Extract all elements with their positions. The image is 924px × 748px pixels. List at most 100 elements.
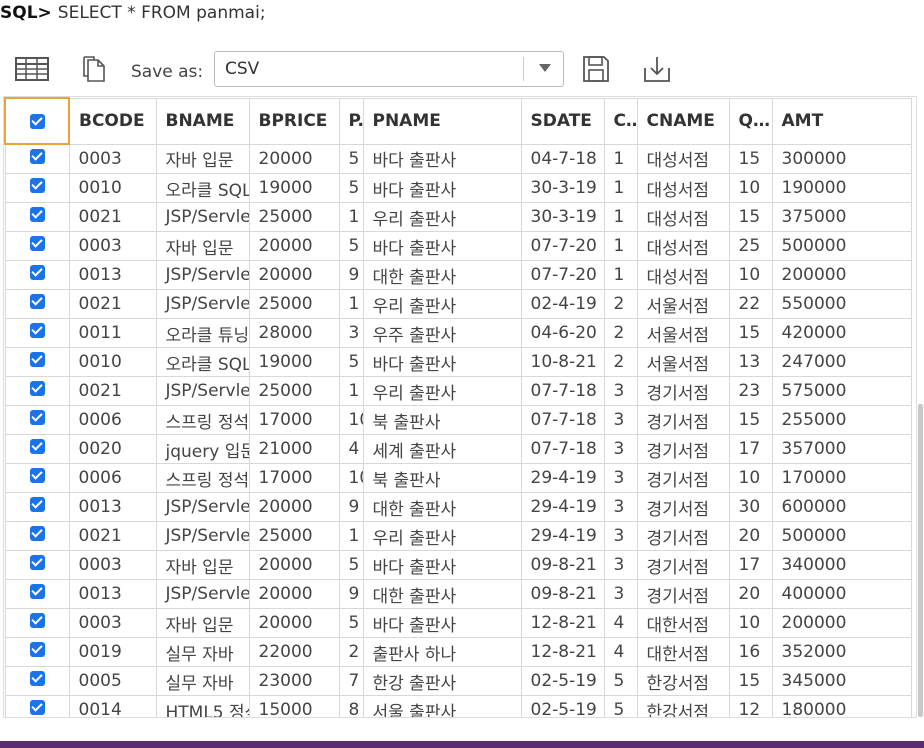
cell-bprice: 25000 [248, 289, 340, 319]
table-row[interactable]: 0006스프링 정석1700010북 출판사07-7-183경기서점152550… [4, 405, 912, 435]
row-select-cell[interactable] [4, 405, 70, 435]
row-checkbox[interactable] [29, 264, 45, 280]
table-row[interactable]: 0020 jquery 입문 21000 4 세계 출판사 07-7-18 3 경기서점 17 3… [4, 434, 912, 464]
cell-p: 3 [338, 318, 364, 348]
results-grid[interactable]: BCODEBNAMEBPRICEP.PNAMESDATEC...CNAMEQ..… [3, 96, 917, 718]
cell-cname: 경기서점 [636, 492, 730, 522]
row-checkbox[interactable] [29, 467, 45, 483]
cell-amt: 200000 [771, 260, 912, 290]
cell-sdate: 04-6-20 [520, 318, 605, 348]
row-select-cell[interactable] [4, 376, 70, 406]
row-select-cell[interactable] [4, 260, 70, 290]
row-select-cell[interactable] [4, 637, 70, 667]
cell-cname: 한강서점 [636, 695, 730, 717]
row-checkbox[interactable] [29, 612, 45, 628]
row-select-cell[interactable] [4, 492, 70, 522]
row-checkbox[interactable] [29, 699, 45, 715]
export-format-select[interactable]: CSV [214, 51, 564, 87]
row-select-cell[interactable] [4, 143, 70, 174]
copy-icon[interactable] [76, 54, 112, 84]
row-checkbox[interactable] [29, 351, 45, 367]
cell-p: 8 [338, 695, 364, 717]
table-row[interactable]: 0021 JSP/Servlet 25000 1 우리 출판사 02-4-19 2 서울서점 2… [4, 289, 912, 319]
row-select-cell[interactable] [4, 202, 70, 232]
table-row[interactable]: 0019 실무 자바 22000 2 출판사 하나 12-8-21 4 대한서점 16 35200… [4, 637, 912, 667]
table-row[interactable]: 0010 오라클 SQL 19000 5 바다 출판사 30-3-19 1 대성서점 10 190… [4, 173, 912, 203]
row-select-cell[interactable] [4, 579, 70, 609]
table-row[interactable]: 0003 자바 입문 20000 5 바다 출판사 12-8-21 4 대한서점 10 20000… [4, 608, 912, 638]
table-row[interactable]: 0003 자바 입문 20000 5 바다 출판사 07-7-20 1 대성서점 25 50000… [4, 231, 912, 261]
row-select-cell[interactable] [4, 434, 70, 464]
column-header-cname[interactable]: CNAME [636, 97, 730, 145]
row-select-cell[interactable] [4, 347, 70, 377]
cell-bcode: 0021 [68, 202, 157, 232]
row-checkbox[interactable] [29, 322, 45, 338]
column-header-bprice[interactable]: BPRICE [248, 97, 340, 145]
table-row[interactable]: 0011 오라클 튜닝 28000 3 우주 출판사 04-6-20 2 서울서점 15 4200… [4, 318, 912, 348]
column-header-c[interactable]: C... [603, 97, 638, 145]
table-row[interactable]: 0021 JSP/Servlet 25000 1 우리 출판사 29-4-19 3 경기서점 2… [4, 521, 912, 551]
table-row[interactable]: 0005 실무 자바 23000 7 한강 출판사 02-5-19 5 한강서점 15 34500… [4, 666, 912, 696]
column-header-sdate[interactable]: SDATE [520, 97, 605, 145]
cell-sdate: 30-3-19 [520, 202, 605, 232]
row-checkbox[interactable] [29, 206, 45, 222]
cell-sdate: 12-8-21 [520, 608, 605, 638]
select-all-checkbox[interactable] [29, 113, 45, 129]
row-select-cell[interactable] [4, 173, 70, 203]
cell-bcode: 0003 [68, 143, 157, 174]
row-select-cell[interactable] [4, 521, 70, 551]
export-format-value: CSV [225, 59, 260, 79]
row-select-cell[interactable] [4, 666, 70, 696]
table-row[interactable]: 0021 JSP/Servlet 25000 1 우리 출판사 07-7-18 3 경기서점 2… [4, 376, 912, 406]
row-select-cell[interactable] [4, 289, 70, 319]
row-checkbox[interactable] [29, 380, 45, 396]
table-row[interactable]: 0013 JSP/Servlet 20000 9 대한 출판사 07-7-20 1 대성서점 1… [4, 260, 912, 290]
table-row[interactable]: 0014HTML5 정석150008서울 출판사02-5-195한강서점1218… [4, 695, 912, 717]
table-row[interactable]: 0003 자바 입문 20000 5 바다 출판사 09-8-21 3 경기서점 17 34000… [4, 550, 912, 580]
row-checkbox[interactable] [29, 293, 45, 309]
column-header-bname[interactable]: BNAME [155, 97, 250, 145]
cell-amt: 190000 [771, 173, 912, 203]
row-select-cell[interactable] [4, 231, 70, 261]
table-row[interactable]: 0021 JSP/Servlet 25000 1 우리 출판사 30-3-19 1 대성서점 1… [4, 202, 912, 232]
row-checkbox[interactable] [29, 148, 45, 164]
table-view-icon[interactable] [14, 54, 50, 84]
row-checkbox[interactable] [29, 409, 45, 425]
column-header-bcode[interactable]: BCODE [68, 97, 157, 145]
row-checkbox[interactable] [29, 438, 45, 454]
cell-p: 7 [338, 666, 364, 696]
row-checkbox[interactable] [29, 641, 45, 657]
column-header-q[interactable]: Q... [728, 97, 773, 145]
column-header-amt[interactable]: AMT [771, 97, 912, 145]
row-select-cell[interactable] [4, 550, 70, 580]
cell-bname: JSP/Servlet [155, 202, 250, 232]
cell-q: 17 [728, 550, 773, 580]
row-checkbox[interactable] [29, 525, 45, 541]
row-checkbox[interactable] [29, 670, 45, 686]
column-header-pname[interactable]: PNAME [362, 97, 522, 145]
table-row[interactable]: 0003 자바 입문 20000 5 바다 출판사 04-7-18 1 대성서점 15 30000… [4, 143, 912, 174]
table-row[interactable]: 0006스프링 정석1700010북 출판사29-4-193경기서점101700… [4, 463, 912, 493]
row-checkbox[interactable] [29, 177, 45, 193]
row-select-cell[interactable] [4, 608, 70, 638]
table-row[interactable]: 0013 JSP/Servlet 20000 9 대한 출판사 29-4-19 3 경기서점 3… [4, 492, 912, 522]
row-select-cell[interactable] [4, 318, 70, 348]
row-checkbox[interactable] [29, 583, 45, 599]
row-checkbox[interactable] [29, 496, 45, 512]
row-select-cell[interactable] [4, 695, 70, 717]
row-checkbox[interactable] [29, 554, 45, 570]
row-select-cell[interactable] [4, 463, 70, 493]
cell-q: 10 [728, 463, 773, 493]
select-all-header[interactable] [4, 97, 70, 145]
save-icon[interactable] [578, 54, 614, 84]
cell-amt: 352000 [771, 637, 912, 667]
table-row[interactable]: 0013 JSP/Servlet 20000 9 대한 출판사 09-8-21 3 경기서점 2… [4, 579, 912, 609]
download-icon[interactable] [639, 54, 675, 84]
cell-q: 20 [728, 579, 773, 609]
chevron-down-icon[interactable] [539, 64, 551, 72]
vertical-scrollbar[interactable] [918, 404, 923, 717]
cell-bname: JSP/Servlet [155, 492, 250, 522]
table-row[interactable]: 0010 오라클 SQL 19000 5 바다 출판사 10-8-21 2 서울서점 13 247… [4, 347, 912, 377]
column-header-p[interactable]: P. [338, 97, 364, 145]
row-checkbox[interactable] [29, 235, 45, 251]
